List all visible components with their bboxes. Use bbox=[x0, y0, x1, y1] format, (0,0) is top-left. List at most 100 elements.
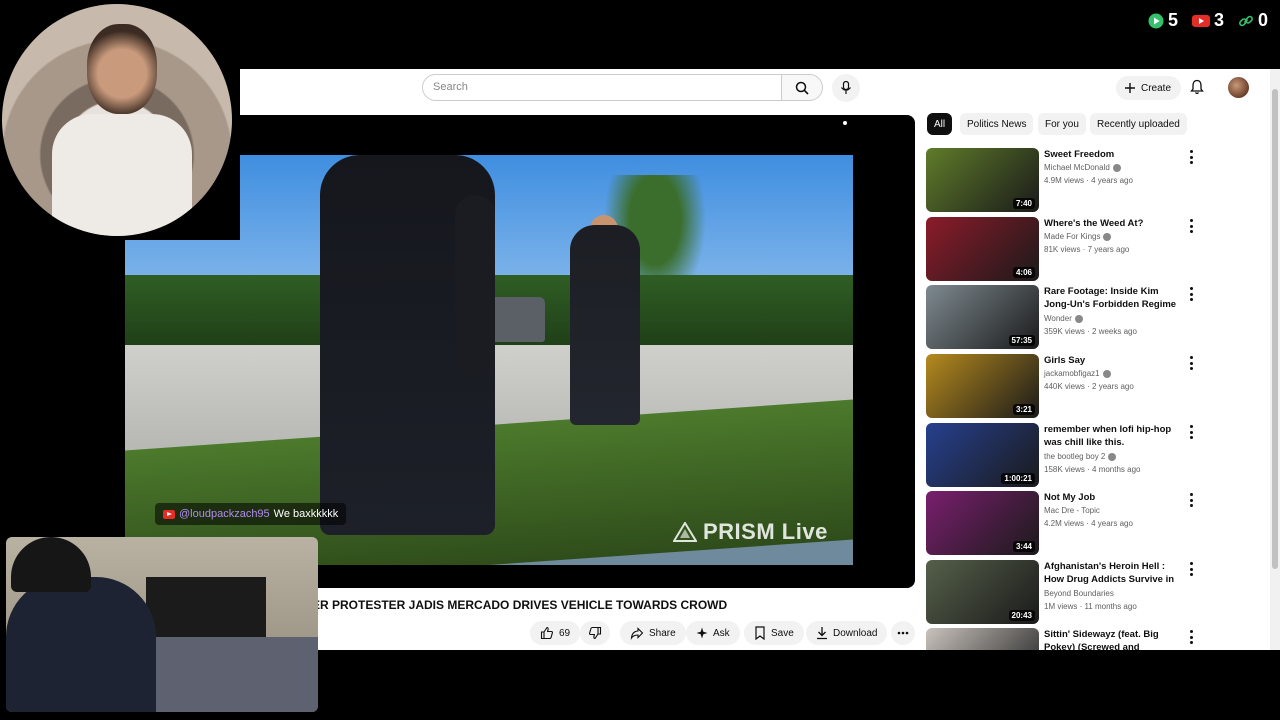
kebab-dot bbox=[1189, 504, 1193, 507]
recommendation-item[interactable]: 4:06 Where's the Weed At? Made For Kings 81… bbox=[926, 217, 1196, 281]
duration-badge: 20:43 bbox=[1008, 610, 1035, 621]
recommendation-thumbnail[interactable]: 1:00:21 bbox=[926, 423, 1039, 487]
search-input[interactable]: Search bbox=[422, 74, 782, 101]
recommendation-meta: 4.9M views · 4 years ago bbox=[1044, 176, 1133, 185]
like-button[interactable]: 69 bbox=[530, 621, 581, 645]
save-button[interactable]: Save bbox=[744, 621, 804, 645]
duration-badge: 4:06 bbox=[1012, 267, 1035, 278]
share-button[interactable]: Share bbox=[620, 621, 686, 645]
recommendation-thumbnail[interactable]: 3:44 bbox=[926, 491, 1039, 555]
verified-check-icon bbox=[1103, 232, 1112, 241]
kebab-dot bbox=[1189, 436, 1193, 439]
more-options-icon[interactable] bbox=[1188, 219, 1194, 233]
channel-name: jackamobfigaz1 bbox=[1044, 369, 1100, 378]
recommendation-channel[interactable]: Michael McDonald bbox=[1044, 163, 1121, 172]
recommendation-item[interactable]: 3:44 Not My Job Mac Dre - Topic 4.2M views … bbox=[926, 491, 1196, 555]
duration-badge: 3:21 bbox=[1012, 404, 1035, 415]
recommendation-channel[interactable]: the bootleg boy 2 bbox=[1044, 452, 1117, 461]
verified-check-icon bbox=[1074, 314, 1083, 323]
recommendation-thumbnail[interactable]: 20:43 bbox=[926, 560, 1039, 624]
recommendation-title[interactable]: remember when lofi hip-hop was chill lik… bbox=[1044, 423, 1179, 449]
webcam-top bbox=[0, 0, 240, 240]
scene-officer-arm bbox=[455, 195, 495, 375]
recommendation-channel[interactable]: Beyond Boundaries bbox=[1044, 589, 1114, 598]
kebab-dot bbox=[1189, 430, 1193, 434]
play-triangle-icon bbox=[1148, 13, 1164, 28]
recommendation-title[interactable]: Sweet Freedom bbox=[1044, 148, 1179, 161]
kebab-dot bbox=[1189, 567, 1193, 571]
recommendation-channel[interactable]: Made For Kings bbox=[1044, 232, 1112, 241]
kebab-dot bbox=[1189, 292, 1193, 296]
verified-check-icon bbox=[1112, 163, 1121, 172]
more-options-icon[interactable] bbox=[1188, 287, 1194, 301]
chip-for-you[interactable]: For you bbox=[1038, 113, 1086, 135]
page-scrollbar[interactable] bbox=[1270, 69, 1280, 650]
recommendation-title[interactable]: Sittin' Sidewayz (feat. Big Pokey) (Scre… bbox=[1044, 628, 1179, 650]
recommendation-meta: 440K views · 2 years ago bbox=[1044, 382, 1134, 391]
kebab-dot bbox=[1189, 356, 1193, 359]
webcam-person-shirt bbox=[52, 114, 192, 236]
kebab-dot bbox=[1189, 630, 1193, 633]
more-options-icon[interactable] bbox=[1188, 356, 1194, 370]
player-indicator-dot bbox=[843, 121, 847, 125]
search-button[interactable] bbox=[781, 74, 823, 101]
bell-icon bbox=[1190, 79, 1204, 95]
recommendation-channel[interactable]: Wonder bbox=[1044, 314, 1083, 323]
recommendation-channel[interactable]: jackamobfigaz1 bbox=[1044, 369, 1111, 378]
recommendation-title[interactable]: Where's the Weed At? bbox=[1044, 217, 1179, 230]
stat-value: 5 bbox=[1167, 10, 1178, 30]
recommendation-item[interactable]: 1:00:21 remember when lofi hip-hop was ch… bbox=[926, 423, 1196, 487]
dislike-button[interactable] bbox=[580, 621, 610, 645]
stat-youtube: 3 bbox=[1191, 10, 1224, 31]
recommendation-item[interactable]: 57:35 Rare Footage: Inside Kim Jong-Un's … bbox=[926, 285, 1196, 349]
more-actions-button[interactable] bbox=[891, 621, 915, 645]
stat-value: 3 bbox=[1213, 10, 1224, 30]
recommendation-title[interactable]: Rare Footage: Inside Kim Jong-Un's Forbi… bbox=[1044, 285, 1179, 311]
recommendation-title[interactable]: Girls Say bbox=[1044, 354, 1179, 367]
chip-recently-uploaded[interactable]: Recently uploaded bbox=[1090, 113, 1187, 135]
more-options-icon[interactable] bbox=[1188, 562, 1194, 576]
recommendation-title[interactable]: Not My Job bbox=[1044, 491, 1179, 504]
recommendation-item[interactable]: 3:21 Girls Say jackamobfigaz1 440K views · … bbox=[926, 354, 1196, 418]
recommendation-thumbnail[interactable]: 4:06 bbox=[926, 217, 1039, 281]
scrollbar-thumb[interactable] bbox=[1272, 89, 1278, 569]
recommendation-thumbnail[interactable]: 57:35 bbox=[926, 285, 1039, 349]
chip-politics-news[interactable]: Politics News bbox=[960, 113, 1034, 135]
chip-all[interactable]: All bbox=[927, 113, 953, 135]
ask-button[interactable]: Ask bbox=[686, 621, 740, 645]
more-horizontal-icon bbox=[897, 631, 909, 635]
kebab-dot bbox=[1189, 224, 1193, 228]
download-button[interactable]: Download bbox=[806, 621, 888, 645]
notifications-button[interactable] bbox=[1190, 79, 1204, 100]
kebab-dot bbox=[1189, 493, 1193, 496]
download-label: Download bbox=[833, 627, 878, 639]
create-button[interactable]: Create bbox=[1116, 76, 1182, 100]
scene-officer-right bbox=[570, 225, 640, 425]
recommendation-title[interactable]: Afghanistan's Heroin Hell : How Drug Add… bbox=[1044, 560, 1179, 586]
more-options-icon[interactable] bbox=[1188, 150, 1194, 164]
more-options-icon[interactable] bbox=[1188, 630, 1194, 644]
plus-icon bbox=[1125, 83, 1135, 93]
recommendation-item[interactable]: 7:40 Sweet Freedom Michael McDonald 4.9M vi… bbox=[926, 148, 1196, 212]
recommendation-thumbnail[interactable] bbox=[926, 628, 1039, 650]
kebab-dot bbox=[1189, 361, 1193, 365]
channel-name: Made For Kings bbox=[1044, 232, 1101, 241]
recommendation-item[interactable]: 20:43 Afghanistan's Heroin Hell : How Dru… bbox=[926, 560, 1196, 624]
account-avatar[interactable] bbox=[1228, 77, 1249, 98]
webcam-person-head bbox=[87, 24, 157, 114]
recommendation-thumbnail[interactable]: 3:21 bbox=[926, 354, 1039, 418]
recommendation-thumbnail[interactable]: 7:40 bbox=[926, 148, 1039, 212]
recommendation-meta: 158K views · 4 months ago bbox=[1044, 465, 1141, 474]
more-options-icon[interactable] bbox=[1188, 425, 1194, 439]
youtube-icon bbox=[1191, 14, 1210, 27]
voice-search-button[interactable] bbox=[832, 74, 860, 102]
kebab-dot bbox=[1189, 287, 1193, 290]
webcam-person-hat bbox=[11, 537, 91, 592]
more-options-icon[interactable] bbox=[1188, 493, 1194, 507]
stream-stats: 5 3 0 bbox=[1148, 10, 1268, 31]
top-bar: Search Create bbox=[74, 69, 1280, 107]
duration-badge: 7:40 bbox=[1012, 198, 1035, 209]
stat-viewers-total: 5 bbox=[1148, 10, 1178, 31]
recommendation-channel[interactable]: Mac Dre - Topic bbox=[1044, 506, 1100, 515]
recommendation-item[interactable]: Sittin' Sidewayz (feat. Big Pokey) (Scre… bbox=[926, 628, 1196, 650]
